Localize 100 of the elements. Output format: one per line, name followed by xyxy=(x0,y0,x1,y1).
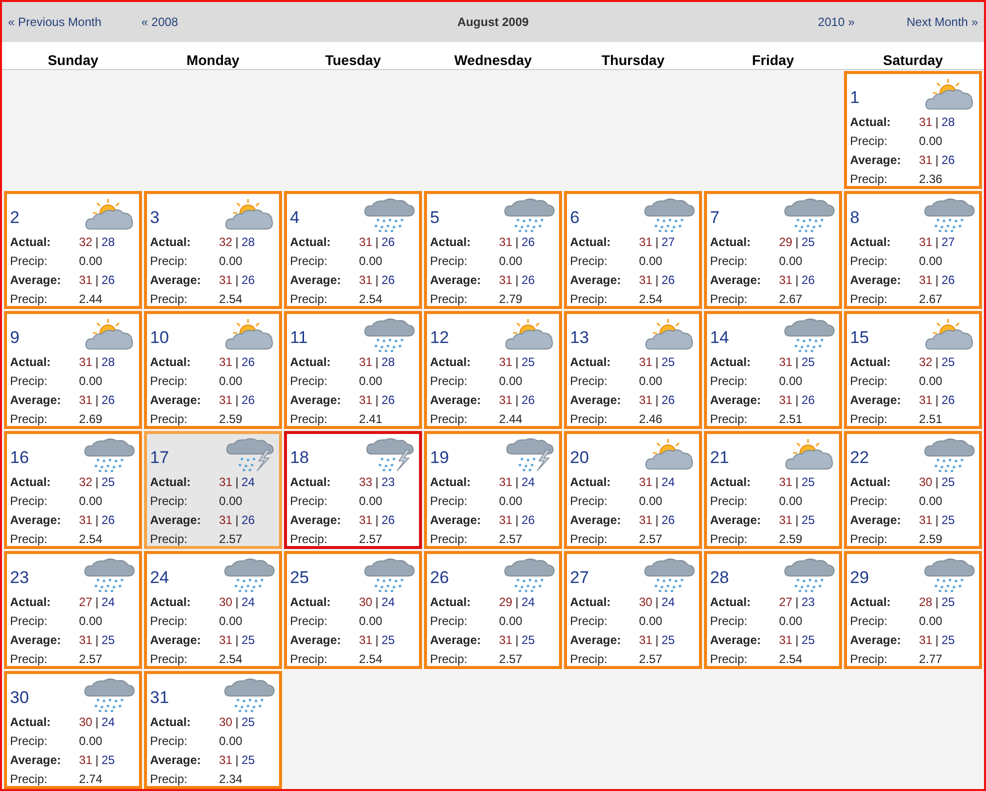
day-cell[interactable]: 2 Actual: 32 | 28 Precip: 0.00 Average: 31 | 26 Precip: 2.44 xyxy=(4,191,142,309)
row-label: Actual: xyxy=(290,474,332,488)
day-number: 27 xyxy=(570,568,589,588)
row-label: Precip: xyxy=(10,412,48,426)
day-cell[interactable]: 13 Actual: 31 | 25 Precip: 0.00 Average: 31 | 26 Precip: 2.46 xyxy=(564,311,702,429)
precipitation-value: 2.44 xyxy=(499,412,522,426)
separator-text: | xyxy=(655,474,658,488)
low-temperature: 24 xyxy=(381,594,395,608)
row-label: Average: xyxy=(430,632,482,646)
row-label: Average: xyxy=(150,752,202,766)
row-label: Precip: xyxy=(10,614,48,628)
low-temperature: 25 xyxy=(381,632,395,646)
precipitation-value: 0.00 xyxy=(79,734,102,748)
day-cell[interactable]: 1 Actual: 31 | 28 Precip: 0.00 Average: 31 | 26 Precip: 2.36 xyxy=(844,71,982,189)
high-temperature: 31 xyxy=(919,512,932,526)
day-cell[interactable]: 10 Actual: 31 | 26 Precip: 0.00 Average: 31 | 26 Precip: 2.59 xyxy=(144,311,282,429)
rain-cloud-icon xyxy=(224,678,276,712)
row-label: Average: xyxy=(150,632,202,646)
row-label: Precip: xyxy=(10,374,48,388)
separator-text: | xyxy=(235,594,238,608)
low-temperature: 24 xyxy=(521,594,535,608)
row-label: Precip: xyxy=(290,254,328,268)
day-cell[interactable]: 9 Actual: 31 | 28 Precip: 0.00 Average: 31 | 26 Precip: 2.69 xyxy=(4,311,142,429)
day-cell[interactable]: 31 Actual: 30 | 25 Precip: 0.00 Average: 31 | 25 Precip: 2.34 xyxy=(144,671,282,789)
day-cell[interactable]: 26 Actual: 29 | 24 Precip: 0.00 Average: 31 | 25 Precip: 2.57 xyxy=(424,551,562,669)
precipitation-value: 0.00 xyxy=(219,254,242,268)
day-number: 7 xyxy=(710,208,720,228)
row-label: Precip: xyxy=(570,292,608,306)
day-cell[interactable]: 14 Actual: 31 | 25 Precip: 0.00 Average: 31 | 26 Precip: 2.51 xyxy=(704,311,842,429)
row-label: Average: xyxy=(850,392,902,406)
day-cell[interactable]: 23 Actual: 27 | 24 Precip: 0.00 Average: 31 | 25 Precip: 2.57 xyxy=(4,551,142,669)
separator-text: | xyxy=(655,632,658,646)
weekday-heading: Saturday xyxy=(882,51,944,69)
low-temperature: 25 xyxy=(941,474,955,488)
high-temperature: 31 xyxy=(779,392,792,406)
row-label: Precip: xyxy=(150,734,188,748)
day-cell[interactable]: 12 Actual: 31 | 25 Precip: 0.00 Average: 31 | 26 Precip: 2.44 xyxy=(424,311,562,429)
row-label: Actual: xyxy=(430,594,472,608)
low-temperature: 27 xyxy=(941,234,955,248)
high-temperature: 31 xyxy=(79,354,92,368)
day-cell[interactable]: 6 Actual: 31 | 27 Precip: 0.00 Average: 31 | 26 Precip: 2.54 xyxy=(564,191,702,309)
day-number: 9 xyxy=(10,328,20,348)
day-cell[interactable]: 21 Actual: 31 | 25 Precip: 0.00 Average: 31 | 25 Precip: 2.59 xyxy=(704,431,842,549)
day-cell[interactable]: 18 Actual: 33 | 23 Precip: 0.00 Average: 31 | 26 Precip: 2.57 xyxy=(284,431,422,549)
next-year-link[interactable]: 2010 » xyxy=(818,15,855,29)
row-label: Average: xyxy=(150,392,202,406)
separator-text: | xyxy=(375,474,378,488)
day-cell[interactable]: 17 Actual: 31 | 24 Precip: 0.00 Average: 31 | 26 Precip: 2.57 xyxy=(144,431,282,549)
rain-cloud-icon xyxy=(224,558,276,592)
separator-text: | xyxy=(235,354,238,368)
separator-text: | xyxy=(935,632,938,646)
row-label: Actual: xyxy=(710,234,752,248)
day-cell[interactable]: 16 Actual: 32 | 25 Precip: 0.00 Average: 31 | 26 Precip: 2.54 xyxy=(4,431,142,549)
row-label: Precip: xyxy=(570,652,608,666)
precipitation-value: 0.00 xyxy=(219,494,242,508)
high-temperature: 31 xyxy=(219,272,232,286)
separator-text: | xyxy=(795,632,798,646)
day-cell[interactable]: 15 Actual: 32 | 25 Precip: 0.00 Average: 31 | 26 Precip: 2.51 xyxy=(844,311,982,429)
day-cell[interactable]: 8 Actual: 31 | 27 Precip: 0.00 Average: 31 | 26 Precip: 2.67 xyxy=(844,191,982,309)
separator-text: | xyxy=(655,354,658,368)
day-cell[interactable]: 29 Actual: 28 | 25 Precip: 0.00 Average: 31 | 25 Precip: 2.77 xyxy=(844,551,982,669)
day-cell[interactable]: 3 Actual: 32 | 28 Precip: 0.00 Average: 31 | 26 Precip: 2.54 xyxy=(144,191,282,309)
row-label: Average: xyxy=(850,632,902,646)
day-cell[interactable]: 11 Actual: 31 | 28 Precip: 0.00 Average: 31 | 26 Precip: 2.41 xyxy=(284,311,422,429)
day-cell[interactable]: 20 Actual: 31 | 24 Precip: 0.00 Average: 31 | 26 Precip: 2.57 xyxy=(564,431,702,549)
next-month-link[interactable]: Next Month » xyxy=(906,15,978,29)
precipitation-value: 0.00 xyxy=(639,254,662,268)
high-temperature: 31 xyxy=(219,474,232,488)
previous-year-link[interactable]: « 2008 xyxy=(141,15,178,29)
low-temperature: 26 xyxy=(521,234,535,248)
high-temperature: 31 xyxy=(639,272,652,286)
day-cell[interactable]: 5 Actual: 31 | 26 Precip: 0.00 Average: 31 | 26 Precip: 2.79 xyxy=(424,191,562,309)
day-cell[interactable]: 25 Actual: 30 | 24 Precip: 0.00 Average: 31 | 25 Precip: 2.54 xyxy=(284,551,422,669)
precipitation-value: 2.59 xyxy=(779,532,802,546)
day-cell[interactable]: 22 Actual: 30 | 25 Precip: 0.00 Average: 31 | 25 Precip: 2.59 xyxy=(844,431,982,549)
low-temperature: 25 xyxy=(801,234,815,248)
row-label: Actual: xyxy=(570,354,612,368)
rain-cloud-icon xyxy=(364,198,416,232)
day-cell[interactable]: 7 Actual: 29 | 25 Precip: 0.00 Average: 31 | 26 Precip: 2.67 xyxy=(704,191,842,309)
day-number: 15 xyxy=(850,328,869,348)
row-label: Precip: xyxy=(290,494,328,508)
row-label: Precip: xyxy=(850,412,888,426)
separator-text: | xyxy=(95,392,98,406)
day-cell[interactable]: 24 Actual: 30 | 24 Precip: 0.00 Average: 31 | 25 Precip: 2.54 xyxy=(144,551,282,669)
day-cell[interactable]: 19 Actual: 31 | 24 Precip: 0.00 Average: 31 | 26 Precip: 2.57 xyxy=(424,431,562,549)
row-label: Actual: xyxy=(850,474,892,488)
day-cell[interactable]: 30 Actual: 30 | 24 Precip: 0.00 Average: 31 | 25 Precip: 2.74 xyxy=(4,671,142,789)
low-temperature: 28 xyxy=(241,234,255,248)
day-number: 3 xyxy=(150,208,160,228)
sun-behind-cloud-icon xyxy=(924,78,976,112)
separator-text: | xyxy=(935,152,938,166)
day-cell[interactable]: 27 Actual: 30 | 24 Precip: 0.00 Average: 31 | 25 Precip: 2.57 xyxy=(564,551,702,669)
precipitation-value: 2.59 xyxy=(219,412,242,426)
day-cell[interactable]: 28 Actual: 27 | 23 Precip: 0.00 Average: 31 | 25 Precip: 2.54 xyxy=(704,551,842,669)
previous-month-link[interactable]: « Previous Month xyxy=(8,15,102,29)
low-temperature: 25 xyxy=(801,512,815,526)
separator-text: | xyxy=(95,594,98,608)
high-temperature: 32 xyxy=(79,234,92,248)
day-number: 8 xyxy=(850,208,860,228)
day-cell[interactable]: 4 Actual: 31 | 26 Precip: 0.00 Average: 31 | 26 Precip: 2.54 xyxy=(284,191,422,309)
